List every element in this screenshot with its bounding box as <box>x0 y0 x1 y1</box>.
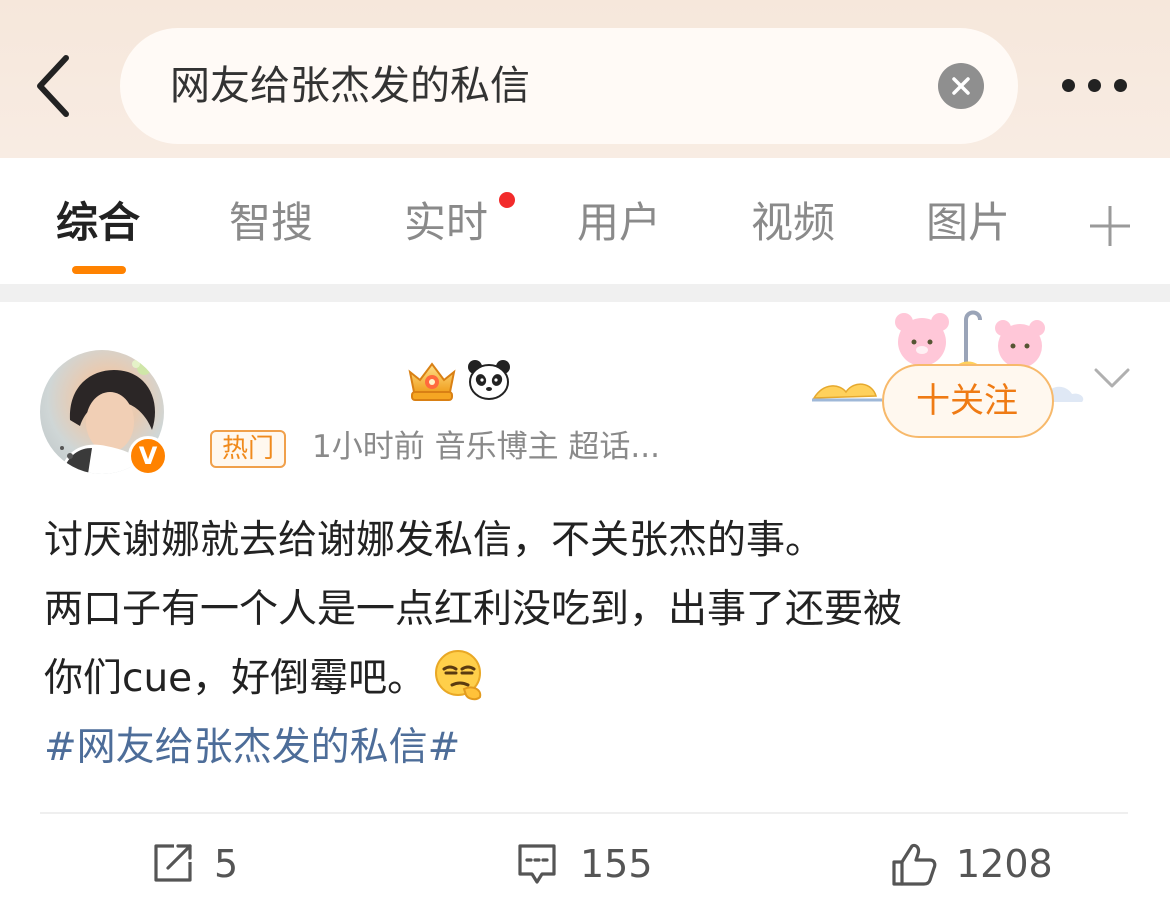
tab-images[interactable]: 图片 <box>926 196 1010 250</box>
search-query-text: 网友给张杰发的私信 <box>170 63 530 109</box>
section-separator <box>0 284 1170 302</box>
search-tabs: 综合 智搜 实时 用户 视频 图片 <box>0 158 1170 284</box>
repost-count: 5 <box>214 842 239 886</box>
search-header: 网友给张杰发的私信 <box>0 0 1170 158</box>
tab-videos[interactable]: 视频 <box>751 196 835 250</box>
active-tab-indicator <box>72 266 126 274</box>
panda-icon <box>468 360 510 400</box>
tab-realtime[interactable]: 实时 <box>404 196 488 250</box>
chevron-down-icon <box>1094 368 1130 388</box>
add-tab-icon <box>1090 206 1130 246</box>
back-button[interactable] <box>30 52 80 120</box>
tab-smart-search[interactable]: 智搜 <box>229 196 313 250</box>
post-meta: 1小时前 音乐博主 超话... <box>312 429 660 465</box>
like-button[interactable]: 1208 <box>890 832 1060 896</box>
tab-comprehensive[interactable]: 综合 <box>56 196 140 250</box>
clear-icon <box>952 77 970 95</box>
post-text: 讨厌谢娜就去给谢娜发私信，不关张杰的事。 两口子有一个人是一点红利没吃到，出事了… <box>44 506 1134 782</box>
comment-button[interactable]: 155 <box>516 832 666 896</box>
comment-icon <box>518 844 556 884</box>
post-line-1: 讨厌谢娜就去给谢娜发私信，不关张杰的事。 <box>44 518 825 563</box>
card-divider <box>40 812 1128 814</box>
like-count: 1208 <box>956 842 1053 886</box>
verified-badge: V <box>128 436 168 476</box>
crown-badge-icon <box>408 362 456 401</box>
clear-search-button[interactable] <box>938 63 984 109</box>
hot-tag: 热门 <box>210 430 287 468</box>
comment-count: 155 <box>580 842 653 886</box>
post-options-button[interactable] <box>1092 366 1132 390</box>
add-tab-button[interactable] <box>1088 204 1132 248</box>
smirk-emoji <box>435 650 482 701</box>
more-button[interactable] <box>1060 74 1130 100</box>
repost-icon <box>154 844 192 882</box>
back-chevron-icon <box>37 55 69 117</box>
post-line-3: 你们cue，好倒霉吧。 <box>44 656 427 701</box>
topic-hashtag[interactable]: #网友给张杰发的私信# <box>44 713 1134 782</box>
follow-button[interactable]: 十关注 <box>882 364 1054 438</box>
repost-button[interactable]: 5 <box>152 832 262 896</box>
post-card: V 热门 1小时前 音乐博主 超话... 十关注 讨厌谢娜就去给谢娜发私信，不关… <box>0 302 1170 923</box>
post-line-3-wrap: 你们cue，好倒霉吧。 <box>44 644 1134 713</box>
like-icon <box>892 843 937 886</box>
post-line-2: 两口子有一个人是一点红利没吃到，出事了还要被 <box>44 587 903 632</box>
follow-label: 十关注 <box>916 381 1018 421</box>
tab-users[interactable]: 用户 <box>577 196 661 250</box>
search-input[interactable]: 网友给张杰发的私信 <box>120 28 1018 144</box>
realtime-red-dot <box>499 192 515 208</box>
